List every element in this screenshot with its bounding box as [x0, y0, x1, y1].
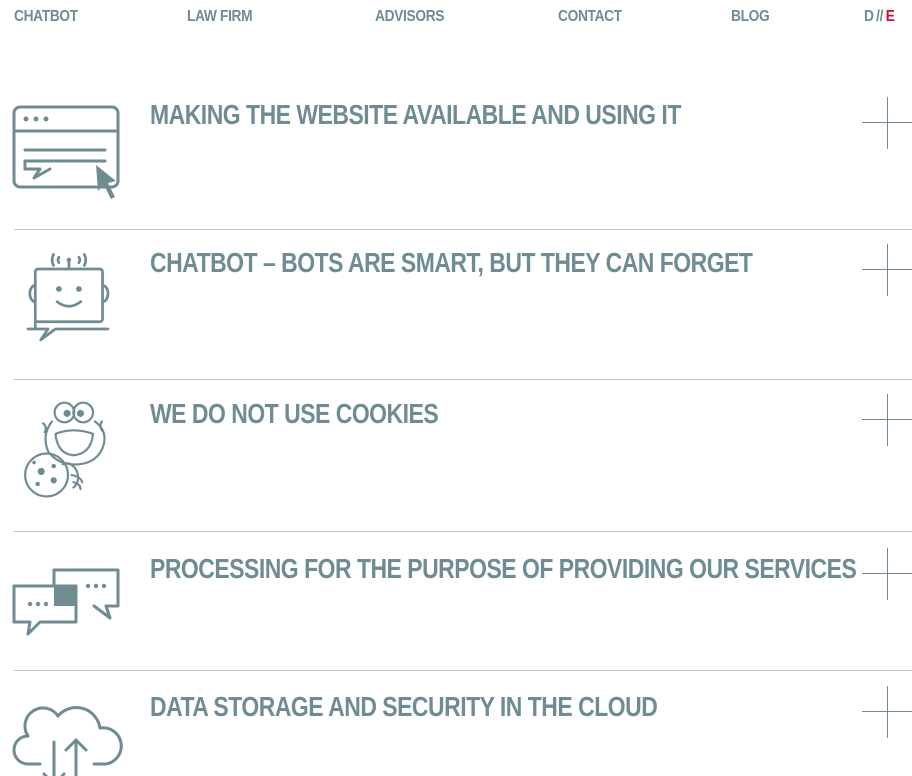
language-separator: //	[876, 8, 884, 25]
section-title: MAKING THE WEBSITE AVAILABLE AND USING I…	[150, 99, 681, 130]
section-title: PROCESSING FOR THE PURPOSE OF PROVIDING …	[150, 553, 857, 584]
expand-plus-icon[interactable]	[862, 548, 912, 600]
section-divider	[14, 379, 912, 380]
robot-chat-icon	[26, 253, 110, 342]
cookie-monster-icon	[24, 401, 106, 498]
section-divider	[14, 531, 912, 532]
accordion-section-cookies[interactable]: WE DO NOT USE COOKIES	[0, 392, 912, 532]
expand-plus-icon[interactable]	[862, 394, 912, 446]
language-switcher: D//E	[864, 8, 895, 26]
cloud-sync-icon	[12, 706, 123, 776]
expand-plus-icon[interactable]	[862, 244, 912, 296]
accordion-section-website[interactable]: MAKING THE WEBSITE AVAILABLE AND USING I…	[0, 95, 912, 230]
section-title: DATA STORAGE AND SECURITY IN THE CLOUD	[150, 691, 658, 722]
browser-window-cursor-icon	[12, 105, 120, 199]
accordion-section-processing[interactable]: PROCESSING FOR THE PURPOSE OF PROVIDING …	[0, 546, 912, 670]
nav-item-law-firm[interactable]: LAW FIRM	[187, 8, 253, 26]
accordion-section-cloud[interactable]: DATA STORAGE AND SECURITY IN THE CLOUD	[0, 684, 912, 776]
expand-plus-icon[interactable]	[862, 97, 912, 149]
nav-item-contact[interactable]: CONTACT	[558, 8, 622, 26]
accordion-section-chatbot[interactable]: CHATBOT – BOTS ARE SMART, BUT THEY CAN F…	[0, 243, 912, 379]
nav-item-blog[interactable]: BLOG	[731, 8, 770, 26]
nav-item-chatbot[interactable]: CHATBOT	[14, 8, 78, 26]
section-divider	[14, 670, 912, 671]
top-navigation: CHATBOT LAW FIRM ADVISORS CONTACT BLOG D…	[0, 0, 912, 36]
section-divider	[14, 229, 912, 230]
section-title: WE DO NOT USE COOKIES	[150, 398, 439, 429]
expand-plus-icon[interactable]	[862, 686, 912, 738]
privacy-page: CHATBOT LAW FIRM ADVISORS CONTACT BLOG D…	[0, 0, 912, 776]
section-title: CHATBOT – BOTS ARE SMART, BUT THEY CAN F…	[150, 247, 753, 278]
chat-bubbles-icon	[12, 568, 120, 636]
nav-item-advisors[interactable]: ADVISORS	[375, 8, 444, 26]
language-german-link[interactable]: D	[864, 8, 874, 25]
language-english-link[interactable]: E	[886, 8, 895, 25]
